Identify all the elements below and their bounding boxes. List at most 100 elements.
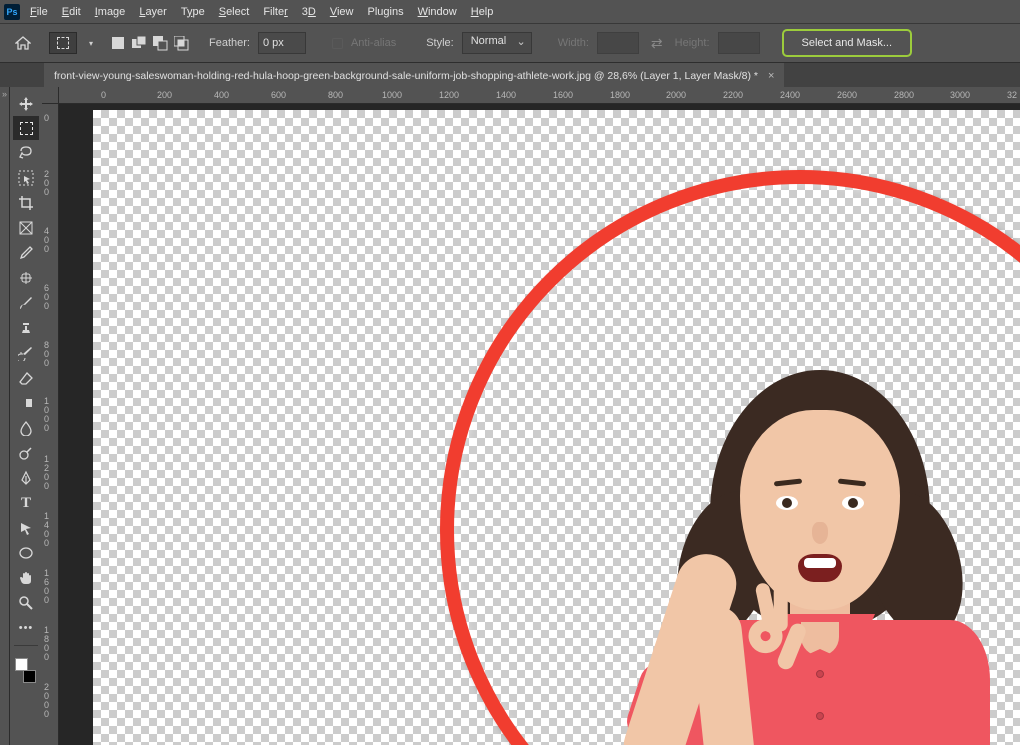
ruler-tick: 800 (44, 341, 56, 368)
object-select-tool[interactable] (13, 166, 39, 190)
width-label: Width: (558, 37, 589, 49)
ruler-tick: 2400 (780, 90, 800, 100)
lasso-tool[interactable] (13, 141, 39, 165)
pen-tool[interactable] (13, 466, 39, 490)
antialias-checkbox (332, 38, 343, 49)
ruler-horizontal[interactable]: 0 200 400 600 800 1000 1200 1400 1600 18… (59, 87, 1020, 104)
feather-label: Feather: (209, 37, 250, 49)
menu-select[interactable]: Select (219, 6, 250, 18)
selection-add-icon[interactable] (130, 34, 149, 53)
ruler-tick: 200 (157, 90, 172, 100)
ruler-tick: 32 (1007, 90, 1017, 100)
feather-input[interactable] (258, 32, 306, 54)
menu-view[interactable]: View (330, 6, 354, 18)
eraser-tool[interactable] (13, 366, 39, 390)
document-transparent-bg (93, 110, 1020, 745)
marquee-icon (57, 37, 69, 49)
crop-tool[interactable] (13, 191, 39, 215)
ruler-tick: 1600 (44, 569, 56, 605)
selection-subtract-icon[interactable] (151, 34, 170, 53)
tool-column: T ••• (10, 87, 42, 745)
home-icon[interactable] (14, 36, 31, 51)
eyedropper-tool[interactable] (13, 241, 39, 265)
person (580, 370, 1010, 745)
ruler-tick: 800 (328, 90, 343, 100)
menu-bar: Ps File Edit Image Layer Type Select Fil… (0, 0, 1020, 24)
ruler-tick: 200 (44, 170, 56, 197)
width-input (597, 32, 639, 54)
menu-image[interactable]: Image (95, 6, 126, 18)
ruler-tick: 2000 (666, 90, 686, 100)
chevron-down-icon[interactable]: ▾ (89, 39, 99, 48)
canvas-wrap: 0 200 400 600 800 1000 1200 1400 1600 18… (42, 87, 1020, 745)
ruler-tick: 1000 (382, 90, 402, 100)
ruler-corner (42, 87, 59, 104)
marquee-tool[interactable] (13, 116, 39, 140)
style-select[interactable]: Normal (462, 32, 532, 54)
hand-tool[interactable] (13, 566, 39, 590)
zoom-tool[interactable] (13, 591, 39, 615)
ruler-tick: 400 (44, 227, 56, 254)
gradient-tool[interactable] (13, 391, 39, 415)
menu-window[interactable]: Window (418, 6, 457, 18)
ruler-tick: 0 (101, 90, 106, 100)
height-input (718, 32, 760, 54)
color-swatches[interactable] (13, 657, 39, 685)
frame-tool[interactable] (13, 216, 39, 240)
ruler-tick: 2000 (44, 683, 56, 719)
menu-type[interactable]: Type (181, 6, 205, 18)
menu-3d[interactable]: 3D (302, 6, 316, 18)
ruler-tick: 1800 (44, 626, 56, 662)
ruler-tick: 1000 (44, 397, 56, 433)
selection-mode-group (109, 34, 191, 53)
foreground-color-swatch[interactable] (15, 658, 28, 671)
brush-tool[interactable] (13, 291, 39, 315)
selection-intersect-icon[interactable] (172, 34, 191, 53)
ruler-tick: 1600 (553, 90, 573, 100)
move-tool[interactable] (13, 91, 39, 115)
menu-edit[interactable]: Edit (62, 6, 81, 18)
tool-preset-button[interactable] (49, 32, 77, 54)
spot-heal-tool[interactable] (13, 266, 39, 290)
document-tab-strip: front-view-young-saleswoman-holding-red-… (0, 63, 1020, 87)
menu-file[interactable]: File (30, 6, 48, 18)
edit-toolbar-icon[interactable]: ••• (13, 616, 39, 640)
select-and-mask-button[interactable]: Select and Mask... (782, 29, 913, 57)
upper-arm (616, 546, 744, 745)
ruler-tick: 600 (271, 90, 286, 100)
ruler-tick: 2600 (837, 90, 857, 100)
app-logo: Ps (4, 4, 20, 20)
document-tab-title: front-view-young-saleswoman-holding-red-… (54, 70, 758, 82)
document-tab[interactable]: front-view-young-saleswoman-holding-red-… (44, 63, 784, 87)
ruler-tick: 0 (44, 114, 56, 123)
menu-layer[interactable]: Layer (139, 6, 167, 18)
shape-tool[interactable] (13, 541, 39, 565)
ruler-vertical[interactable]: 0 200 400 600 800 1000 1200 1400 1600 18… (42, 104, 59, 745)
history-brush-tool[interactable] (13, 341, 39, 365)
path-select-tool[interactable] (13, 516, 39, 540)
dodge-tool[interactable] (13, 441, 39, 465)
selection-new-icon[interactable] (109, 34, 128, 53)
type-tool[interactable]: T (13, 491, 39, 515)
swap-dimensions-icon: ⇄ (651, 35, 663, 52)
blur-tool[interactable] (13, 416, 39, 440)
height-label: Height: (675, 37, 710, 49)
close-tab-icon[interactable]: × (768, 70, 774, 82)
background-color-swatch[interactable] (23, 670, 36, 683)
ruler-tick: 1400 (496, 90, 516, 100)
clone-stamp-tool[interactable] (13, 316, 39, 340)
shirt-buttons (816, 670, 826, 745)
image-subject (440, 170, 1020, 745)
antialias-label: Anti-alias (351, 37, 396, 49)
menu-filter[interactable]: Filter (263, 6, 287, 18)
menu-plugins[interactable]: Plugins (368, 6, 404, 18)
style-label: Style: (426, 37, 454, 49)
ruler-tick: 1400 (44, 512, 56, 548)
canvas[interactable] (59, 104, 1020, 745)
ruler-tick: 600 (44, 284, 56, 311)
panel-gutter[interactable]: » (0, 87, 10, 745)
ruler-tick: 2200 (723, 90, 743, 100)
ruler-tick: 1200 (439, 90, 459, 100)
menu-help[interactable]: Help (471, 6, 494, 18)
ruler-tick: 3000 (950, 90, 970, 100)
